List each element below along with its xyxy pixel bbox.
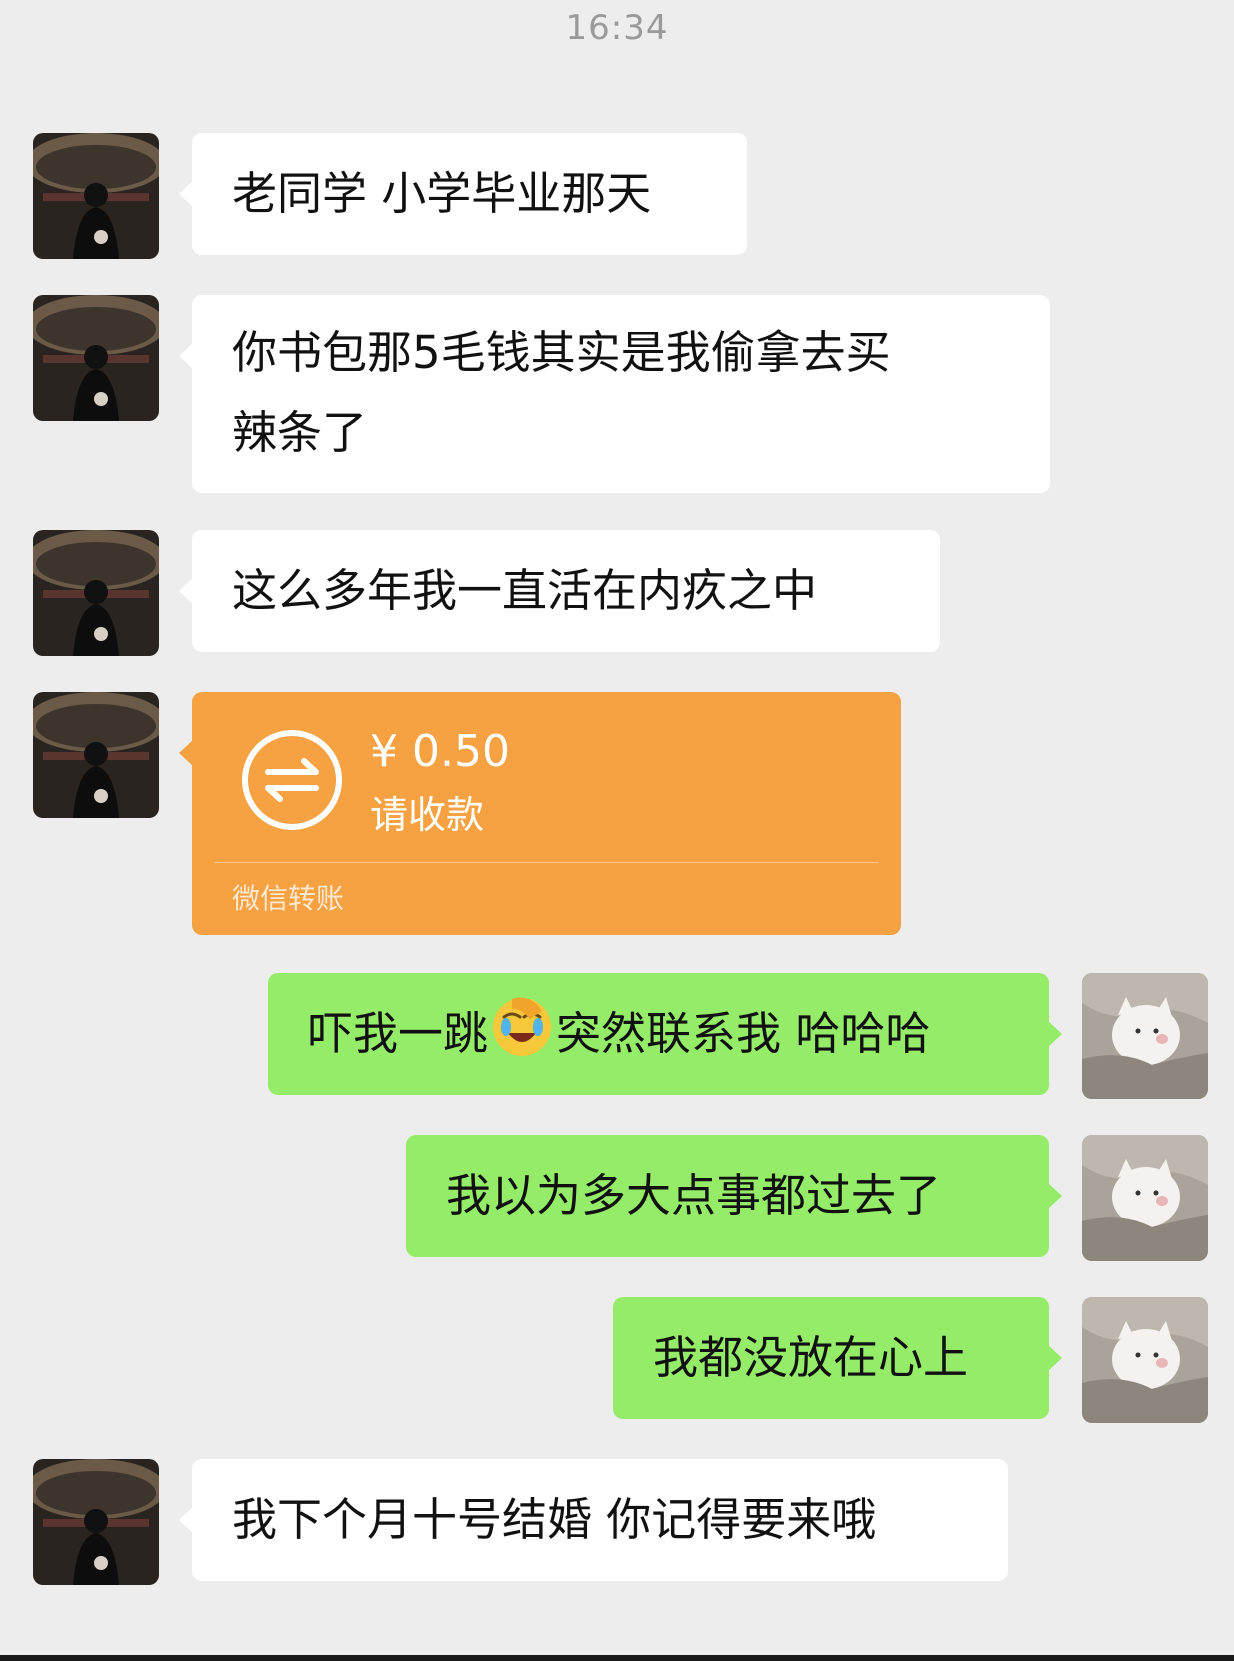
message-bubble-outgoing[interactable]: 我都没放在心上: [613, 1297, 1062, 1419]
facepalm-crying-emoji-icon: [490, 995, 554, 1059]
message-text: 我下个月十号结婚 你记得要来哦: [232, 1493, 877, 1546]
message-text: 我以为多大点事都过去了: [446, 1169, 942, 1222]
contact-avatar[interactable]: [33, 530, 159, 656]
message-bubble-outgoing[interactable]: 吓我一跳 突然联系我 哈哈哈: [268, 973, 1062, 1095]
divider: [214, 862, 879, 863]
transfer-status: 请收款: [370, 793, 485, 837]
message-text: 老同学 小学毕业那天: [232, 167, 652, 220]
message-bubble-outgoing[interactable]: 我以为多大点事都过去了: [406, 1135, 1062, 1257]
transfer-arrows-icon: [240, 728, 344, 832]
message-bubble-incoming[interactable]: 我下个月十号结婚 你记得要来哦: [179, 1459, 1008, 1581]
message-text: 吓我一跳: [308, 1007, 489, 1060]
message-bubble-incoming[interactable]: 老同学 小学毕业那天: [179, 133, 747, 255]
transfer-amount: ¥ 0.50: [370, 726, 510, 777]
message-text-line: 辣条了: [232, 406, 368, 459]
timestamp: 16:34: [565, 8, 669, 48]
wechat-transfer-card[interactable]: ¥ 0.50 请收款 微信转账: [179, 692, 901, 935]
contact-avatar[interactable]: [33, 692, 159, 818]
contact-avatar[interactable]: [33, 133, 159, 259]
message-bubble-incoming[interactable]: 这么多年我一直活在内疚之中: [179, 530, 940, 652]
my-avatar[interactable]: [1082, 1297, 1208, 1423]
message-text: 突然联系我 哈哈哈: [556, 1007, 931, 1060]
screen-bottom-edge: [0, 1655, 1234, 1661]
message-bubble-incoming[interactable]: 你书包那5毛钱其实是我偷拿去买 辣条了: [179, 295, 1050, 493]
my-avatar[interactable]: [1082, 973, 1208, 1099]
transfer-footer-label: 微信转账: [232, 882, 345, 915]
contact-avatar[interactable]: [33, 295, 159, 421]
message-text: 这么多年我一直活在内疚之中: [232, 564, 818, 617]
contact-avatar[interactable]: [33, 1459, 159, 1585]
message-text-line: 你书包那5毛钱其实是我偷拿去买: [232, 326, 891, 379]
message-text: 我都没放在心上: [653, 1331, 969, 1384]
my-avatar[interactable]: [1082, 1135, 1208, 1261]
